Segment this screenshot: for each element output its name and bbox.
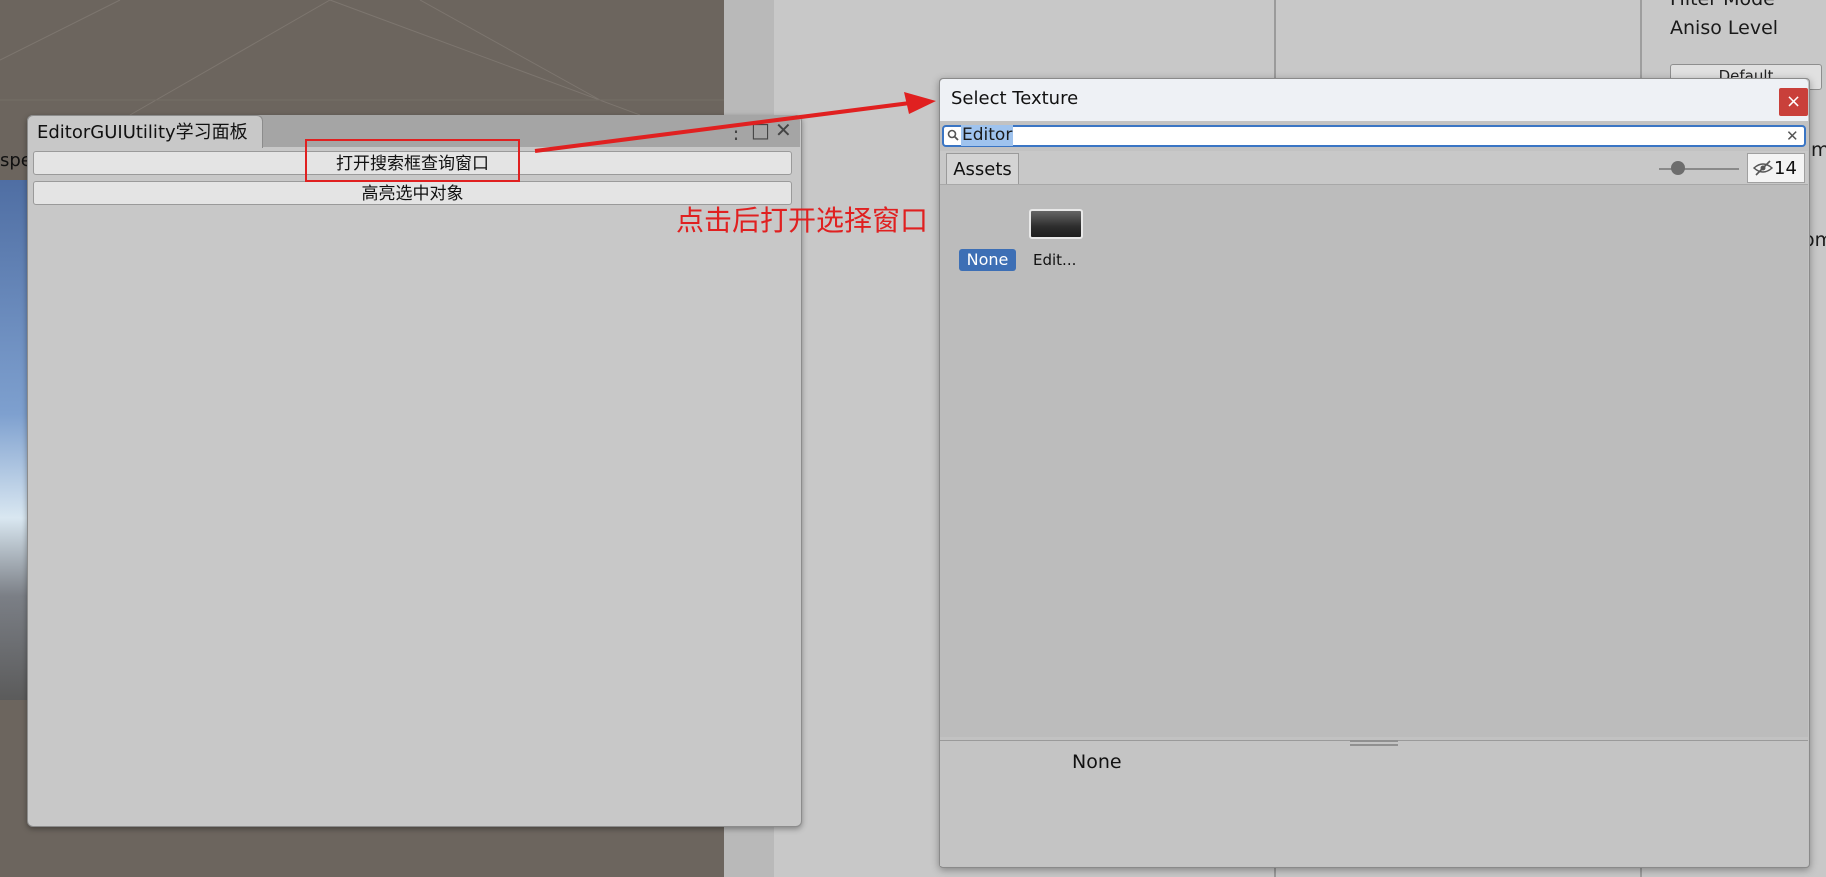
preview-area [940, 740, 1808, 866]
hidden-count: 14 [1774, 158, 1797, 179]
asset-item-none[interactable]: None [959, 249, 1016, 271]
scene-skybox [0, 180, 28, 700]
scene-grid [0, 0, 724, 116]
select-window-title: Select Texture [951, 88, 1079, 109]
inspector-label-filter-mode: Filter Mode [1670, 0, 1775, 10]
inspector-label-aniso-level: Aniso Level [1670, 17, 1779, 39]
annotation-text: 点击后打开选择窗口 [676, 204, 929, 237]
texture-thumbnail-icon[interactable] [1029, 209, 1083, 239]
close-icon[interactable]: ✕ [775, 120, 792, 140]
maximize-icon[interactable]: □ [751, 120, 770, 140]
search-input-value[interactable]: Editor [961, 125, 1014, 146]
menu-icon[interactable]: ⋮ [726, 121, 746, 141]
panel-tab[interactable]: EditorGUIUtility学习面板 [27, 115, 263, 148]
tab-assets[interactable]: Assets [946, 153, 1019, 184]
search-icon [947, 128, 959, 146]
asset-item-editor[interactable]: Edit... [1033, 251, 1076, 269]
size-slider-handle[interactable] [1671, 161, 1685, 175]
search-input[interactable] [942, 125, 1806, 147]
close-button[interactable]: × [1779, 88, 1808, 116]
inspector-partial-label: m [1811, 139, 1826, 161]
clear-search-icon[interactable]: ✕ [1786, 125, 1799, 147]
preview-label: None [1072, 751, 1122, 773]
annotation-highlight-box [305, 139, 520, 182]
hidden-packages-toggle[interactable]: 14 [1747, 153, 1805, 183]
eye-slash-icon [1752, 160, 1774, 176]
resize-handle[interactable] [1350, 740, 1398, 746]
